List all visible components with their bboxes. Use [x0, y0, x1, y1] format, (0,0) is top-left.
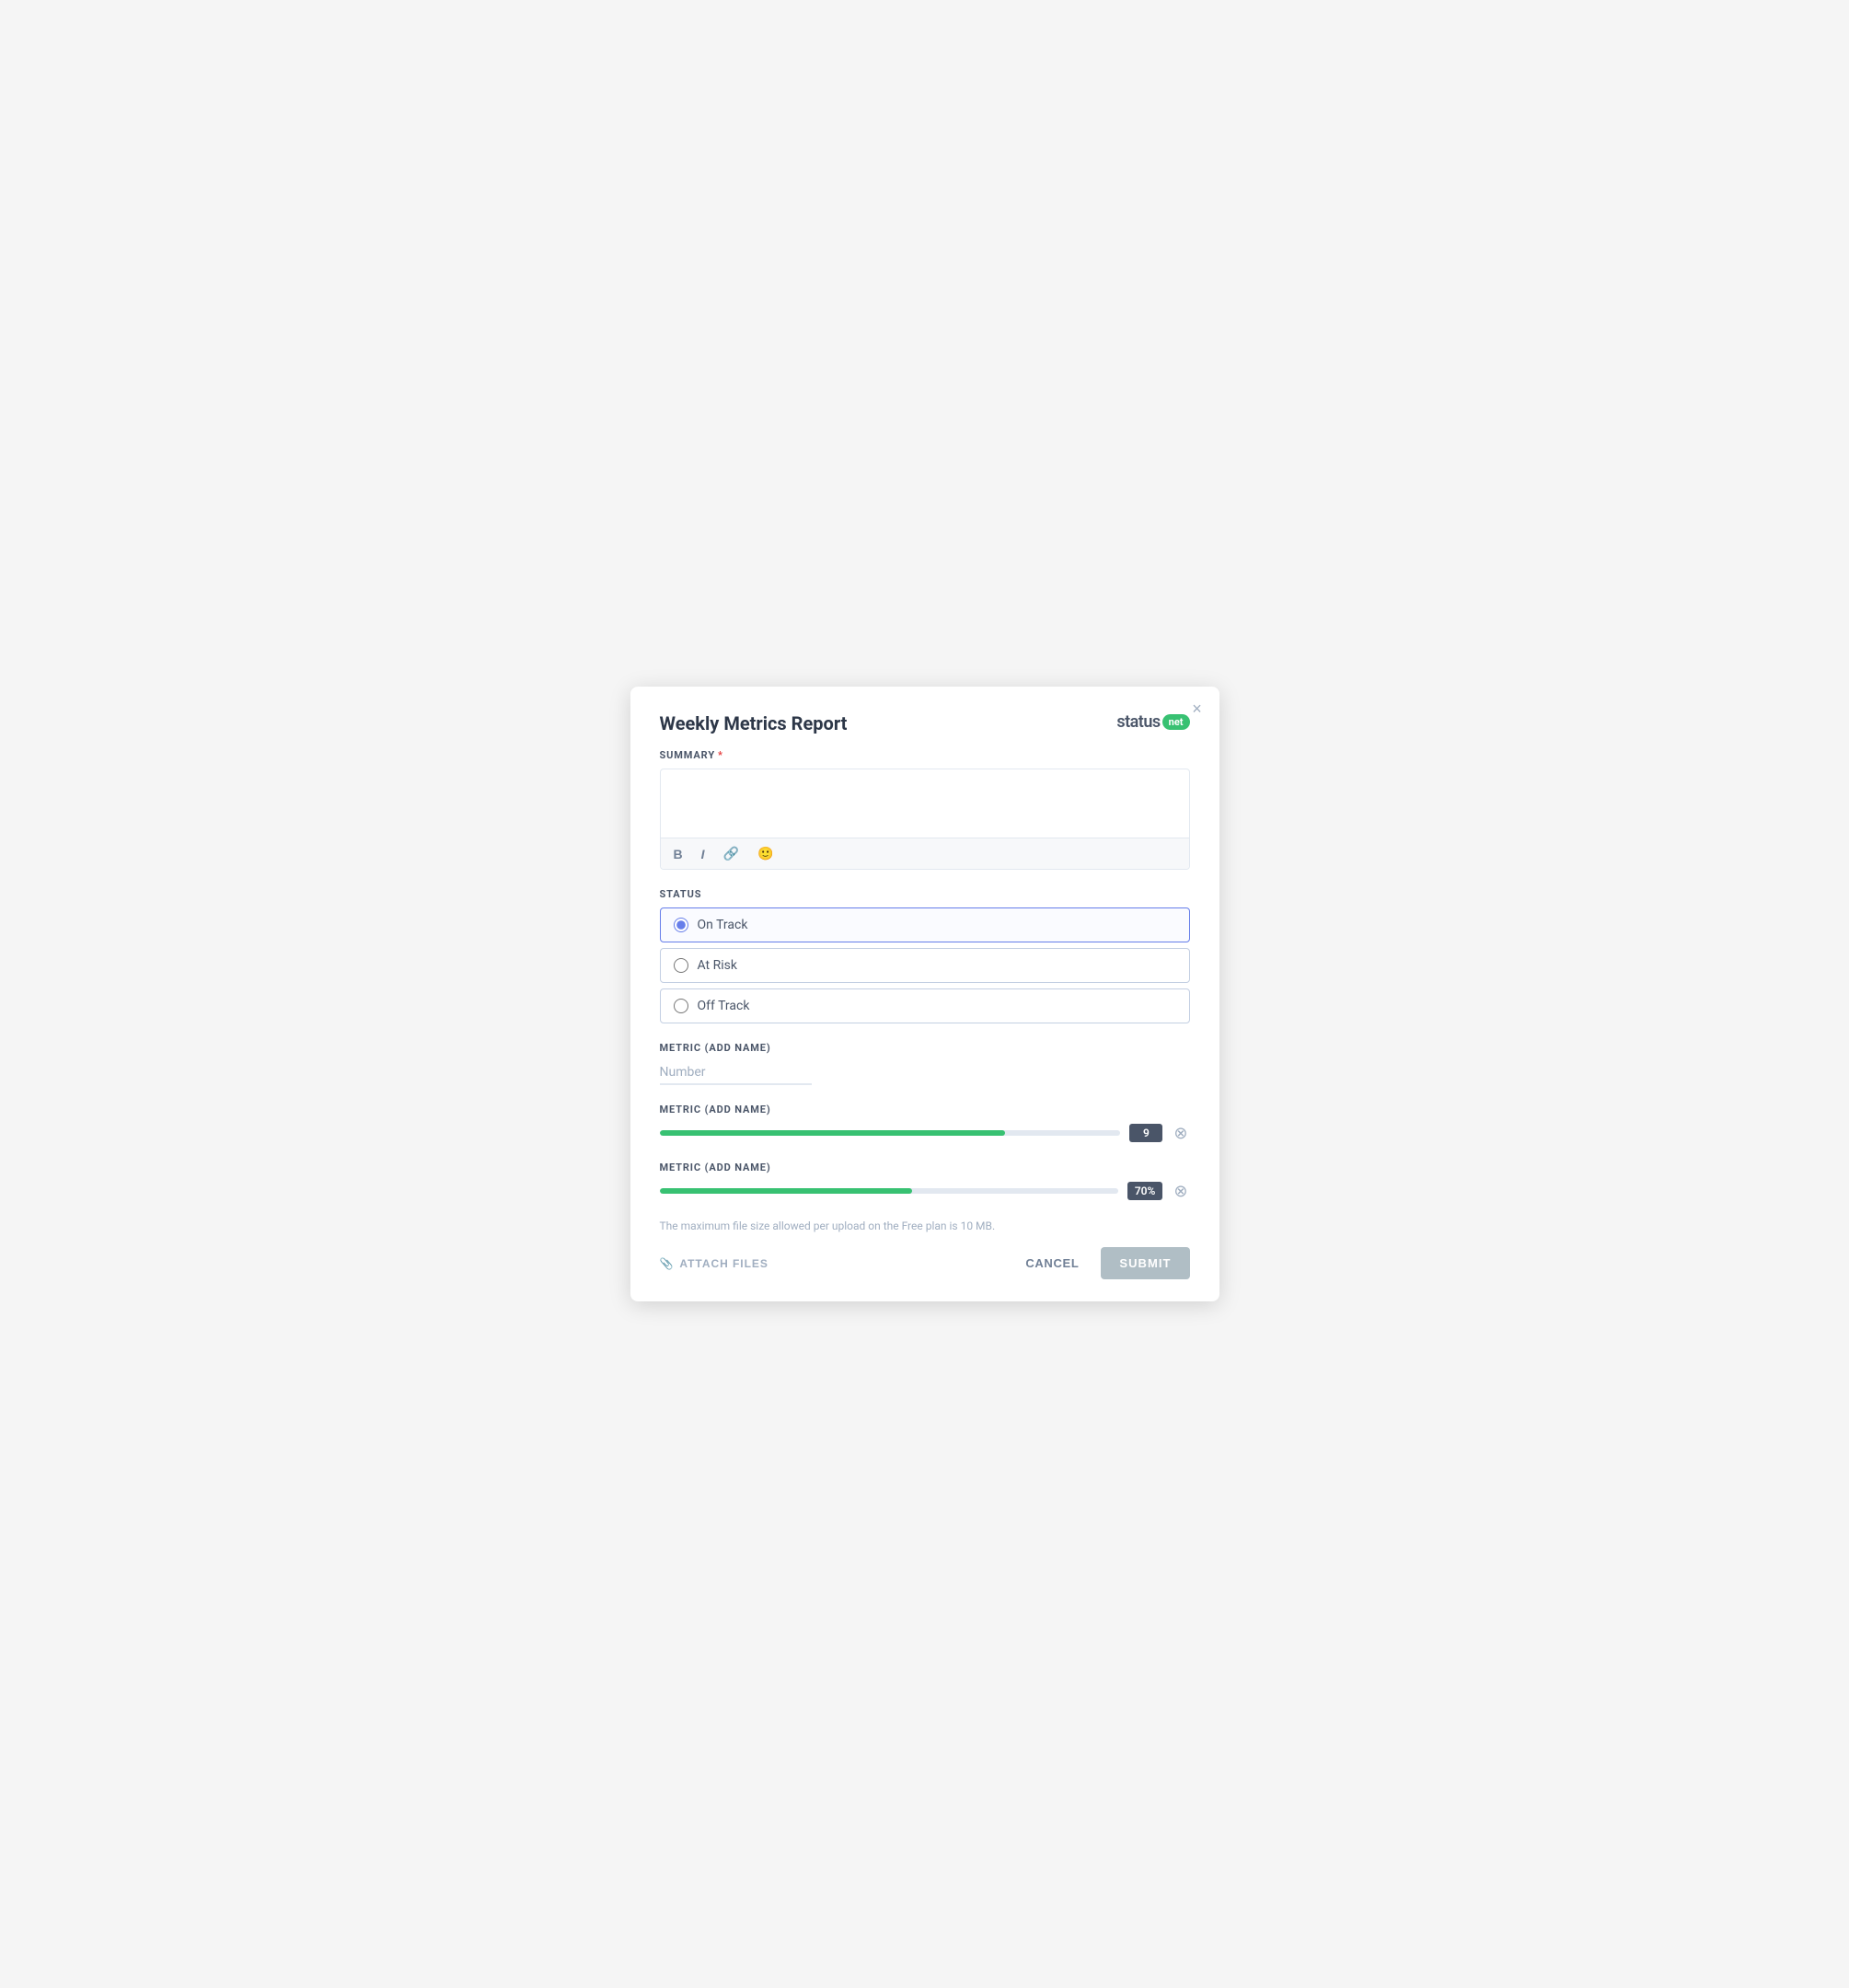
brand-logo: status net	[1116, 712, 1189, 732]
radio-off-track[interactable]	[674, 999, 688, 1013]
metric-3-fill	[660, 1188, 912, 1194]
remove-2-icon: ⊗	[1173, 1124, 1187, 1142]
summary-label-text: SUMMARY	[660, 749, 716, 761]
summary-label: SUMMARY*	[660, 749, 1190, 761]
italic-button[interactable]: I	[698, 845, 709, 863]
modal-title: Weekly Metrics Report	[660, 712, 848, 734]
modal-title-group: Weekly Metrics Report	[660, 712, 848, 734]
summary-section: SUMMARY* B I 🔗 🙂	[660, 749, 1190, 870]
status-label: STATUS	[660, 888, 1190, 900]
metric-3-track	[660, 1188, 1118, 1194]
metric-section-2: METRIC (ADD NAME) 9 ⊗	[660, 1104, 1190, 1143]
bold-button[interactable]: B	[670, 845, 687, 863]
metric-2-label: METRIC (ADD NAME)	[660, 1104, 1190, 1115]
metric-2-slider-wrapper	[660, 1124, 1121, 1142]
editor-toolbar: B I 🔗 🙂	[661, 838, 1189, 869]
brand-badge: net	[1162, 714, 1190, 730]
required-star: *	[718, 749, 723, 761]
submit-button[interactable]: SUBMIT	[1101, 1247, 1189, 1279]
status-option-off-track[interactable]: Off Track	[660, 988, 1190, 1023]
metric-2-track	[660, 1130, 1121, 1136]
metric-3-slider-wrapper	[660, 1182, 1118, 1200]
modal-header: Weekly Metrics Report status net	[660, 712, 1190, 734]
modal-container: Weekly Metrics Report status net × SUMMA…	[630, 687, 1219, 1301]
metric-1-input[interactable]	[660, 1061, 812, 1085]
file-notice: The maximum file size allowed per upload…	[660, 1219, 1190, 1232]
paperclip-icon: 📎	[660, 1257, 675, 1270]
off-track-label: Off Track	[698, 999, 750, 1013]
emoji-button[interactable]: 🙂	[754, 844, 777, 863]
metric-2-slider-container: 9 ⊗	[660, 1123, 1190, 1143]
radio-at-risk[interactable]	[674, 958, 688, 973]
metric-section-1: METRIC (ADD NAME)	[660, 1042, 1190, 1085]
cancel-button[interactable]: CANCEL	[1014, 1249, 1090, 1277]
attach-label: ATTACH FILES	[679, 1257, 768, 1270]
metric-section-3: METRIC (ADD NAME) 70% ⊗	[660, 1162, 1190, 1201]
brand-text: status	[1116, 712, 1160, 732]
radio-on-track[interactable]	[674, 918, 688, 932]
close-button[interactable]: ×	[1186, 698, 1208, 720]
summary-editor: B I 🔗 🙂	[660, 769, 1190, 870]
footer-actions: CANCEL SUBMIT	[1014, 1247, 1189, 1279]
status-option-at-risk[interactable]: At Risk	[660, 948, 1190, 983]
metric-2-value: 9	[1129, 1124, 1162, 1142]
metric-3-remove-button[interactable]: ⊗	[1172, 1181, 1189, 1201]
link-button[interactable]: 🔗	[720, 844, 743, 863]
metric-3-value: 70%	[1127, 1182, 1163, 1200]
emoji-icon: 🙂	[757, 846, 773, 861]
status-section: STATUS On Track At Risk Off Track	[660, 888, 1190, 1023]
metric-2-fill	[660, 1130, 1006, 1136]
metric-3-slider-container: 70% ⊗	[660, 1181, 1190, 1201]
at-risk-label: At Risk	[698, 958, 737, 973]
summary-input[interactable]	[661, 769, 1189, 834]
modal-overlay: Weekly Metrics Report status net × SUMMA…	[0, 0, 1849, 1988]
metric-1-label: METRIC (ADD NAME)	[660, 1042, 1190, 1054]
link-icon: 🔗	[723, 846, 739, 861]
status-option-on-track[interactable]: On Track	[660, 907, 1190, 942]
on-track-label: On Track	[698, 918, 748, 932]
remove-3-icon: ⊗	[1173, 1182, 1187, 1200]
modal-footer: 📎 ATTACH FILES CANCEL SUBMIT	[660, 1247, 1190, 1279]
attach-files-button[interactable]: 📎 ATTACH FILES	[660, 1257, 768, 1270]
metric-3-label: METRIC (ADD NAME)	[660, 1162, 1190, 1173]
close-icon: ×	[1192, 700, 1202, 717]
metric-2-remove-button[interactable]: ⊗	[1172, 1123, 1189, 1143]
